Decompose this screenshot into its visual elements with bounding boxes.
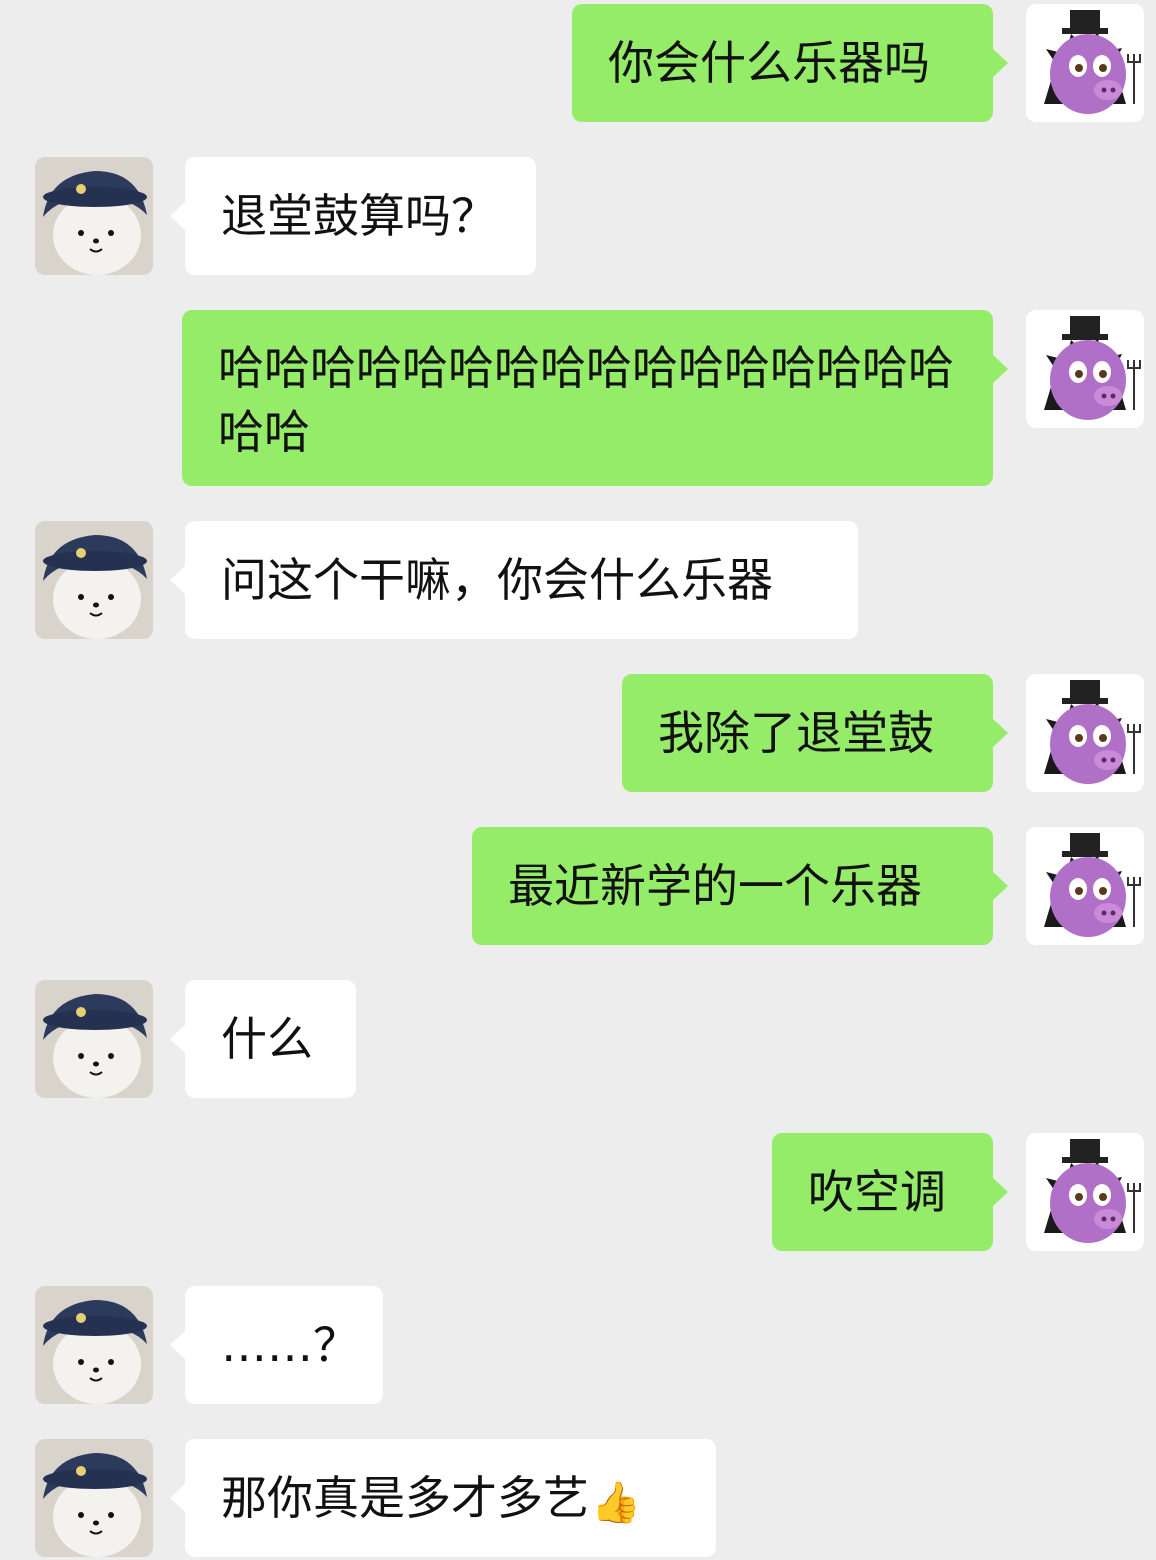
message-text: 你会什么乐器吗 — [608, 36, 930, 90]
message-bubble-other[interactable]: 什么 — [170, 980, 356, 1098]
message-row-other: ……？ — [0, 1286, 1156, 1404]
self-avatar[interactable] — [1026, 310, 1144, 428]
message-row-self: 我除了退堂鼓 — [0, 674, 1156, 792]
message-row-other: 那你真是多才多艺👍 — [0, 1439, 1156, 1557]
self-avatar[interactable] — [1026, 674, 1144, 792]
message-row-self: 哈哈哈哈哈哈哈哈哈哈哈哈哈哈哈哈哈哈 — [0, 310, 1156, 486]
message-text: 什么 — [221, 1012, 313, 1066]
other-avatar[interactable] — [35, 521, 153, 639]
message-bubble-self[interactable]: 哈哈哈哈哈哈哈哈哈哈哈哈哈哈哈哈哈哈 — [182, 310, 1008, 486]
message-bubble-self[interactable]: 我除了退堂鼓 — [622, 674, 1008, 792]
other-avatar[interactable] — [35, 980, 153, 1098]
message-row-other: 退堂鼓算吗？ — [0, 157, 1156, 275]
message-text: 退堂鼓算吗？ — [221, 189, 497, 243]
self-avatar[interactable] — [1026, 4, 1144, 122]
message-bubble-self[interactable]: 你会什么乐器吗 — [572, 4, 1008, 122]
message-bubble-other[interactable]: 那你真是多才多艺👍 — [170, 1439, 716, 1557]
message-bubble-other[interactable]: 问这个干嘛，你会什么乐器 — [170, 521, 858, 639]
message-text: 吹空调 — [808, 1165, 946, 1219]
message-bubble-self[interactable]: 最近新学的一个乐器 — [472, 827, 1008, 945]
other-avatar[interactable] — [35, 157, 153, 275]
message-bubble-other[interactable]: 退堂鼓算吗？ — [170, 157, 536, 275]
message-row-other: 什么 — [0, 980, 1156, 1098]
other-avatar[interactable] — [35, 1286, 153, 1404]
message-row-self: 吹空调 — [0, 1133, 1156, 1251]
message-text: 那你真是多才多艺 — [221, 1471, 589, 1525]
message-bubble-other[interactable]: ……？ — [170, 1286, 383, 1404]
thumbs-up-icon: 👍 — [591, 1480, 641, 1526]
message-text: ……？ — [221, 1318, 359, 1372]
message-text: 最近新学的一个乐器 — [508, 859, 922, 913]
self-avatar[interactable] — [1026, 827, 1144, 945]
message-text: 我除了退堂鼓 — [658, 706, 934, 760]
message-bubble-self[interactable]: 吹空调 — [772, 1133, 1008, 1251]
message-row-self: 你会什么乐器吗 — [0, 4, 1156, 122]
message-text: 问这个干嘛，你会什么乐器 — [221, 553, 773, 607]
other-avatar[interactable] — [35, 1439, 153, 1557]
message-text: 哈哈哈哈哈哈哈哈哈哈哈哈哈哈哈哈哈哈 — [218, 341, 954, 459]
message-row-other: 问这个干嘛，你会什么乐器 — [0, 521, 1156, 639]
self-avatar[interactable] — [1026, 1133, 1144, 1251]
message-row-self: 最近新学的一个乐器 — [0, 827, 1156, 945]
